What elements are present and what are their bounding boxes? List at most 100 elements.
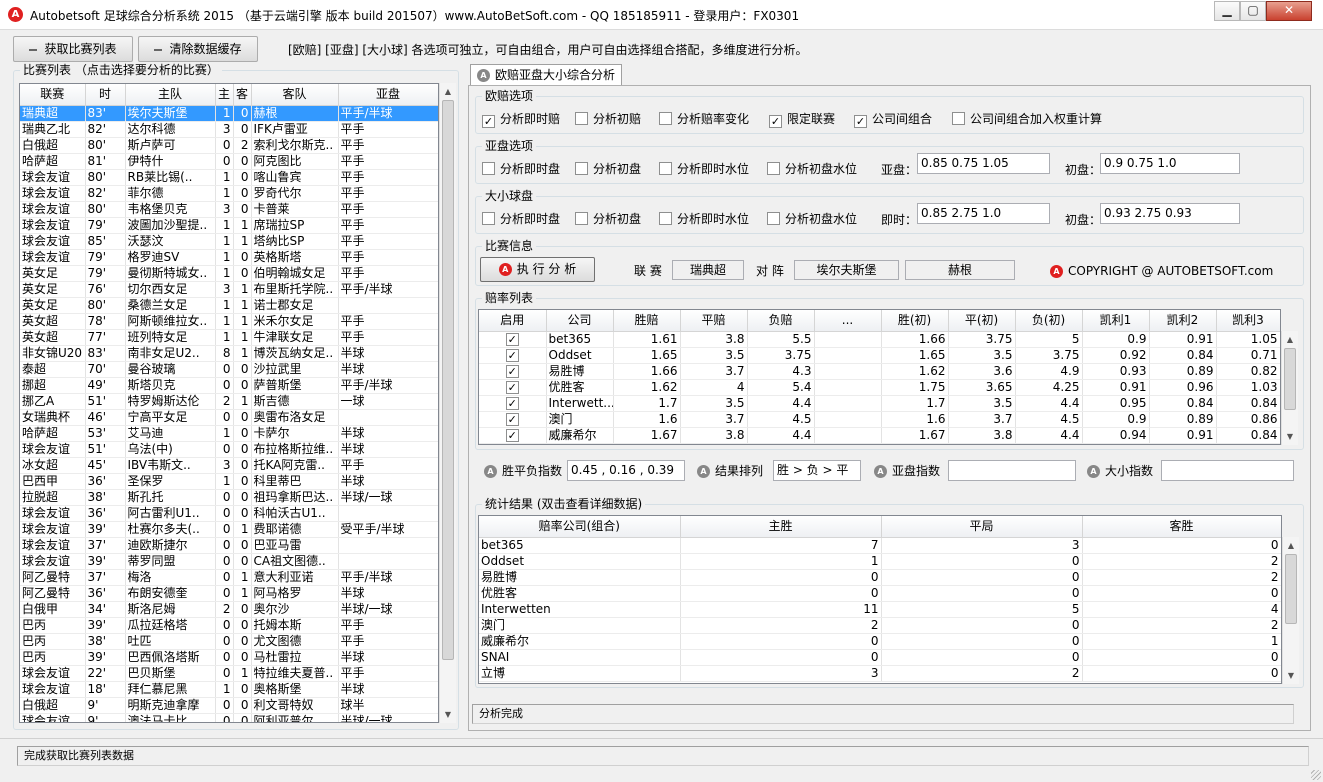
asian-live-input[interactable]: 0.85 0.75 1.05 — [917, 153, 1050, 174]
odds-column-header[interactable]: 平赔 — [680, 310, 748, 332]
match-row[interactable]: 女瑞典杯 46' 宁高平女足 0 0 奥雷布洛女足 — [20, 409, 438, 426]
odds-row[interactable]: ✓ 澳门 1.6 3.7 4.5 1.6 3.7 4.5 0.9 0.89 0.86 — [479, 411, 1280, 428]
scroll-up-icon[interactable]: ▲ — [440, 83, 456, 100]
odds-enable-cell[interactable]: ✓ — [479, 331, 547, 348]
match-row[interactable]: 球会友谊 39' 蒂罗同盟 0 0 CA祖文图德.. — [20, 553, 438, 570]
europe-option-league[interactable]: ✓ 限定联赛 — [769, 112, 835, 128]
odds-scrollbar[interactable]: ▲ ▼ — [1281, 331, 1298, 445]
match-row[interactable]: 英女超 78' 阿斯顿维拉女.. 1 1 米禾尔女足 平手 — [20, 313, 438, 330]
stats-row[interactable]: Oddset 1 0 2 — [479, 553, 1281, 570]
match-row[interactable]: 巴丙 39' 巴西佩洛塔斯 0 0 马杜雷拉 半球 — [20, 649, 438, 666]
stats-row[interactable]: SNAI 0 0 0 — [479, 649, 1281, 666]
checkbox-icon[interactable]: ✓ — [505, 428, 519, 442]
match-row[interactable]: 球会友谊 39' 杜赛尔多夫(.. 0 1 费耶诺德 受平手/半球 — [20, 521, 438, 538]
match-row[interactable]: 冰女超 45' IBV韦斯文.. 3 0 托KA阿克雷.. 平手 — [20, 457, 438, 474]
match-row[interactable]: 英女足 76' 切尔西女足 3 1 布里斯托学院.. 平手/半球 — [20, 281, 438, 298]
ou-init-input[interactable]: 0.93 2.75 0.93 — [1100, 203, 1240, 224]
checkbox-icon[interactable]: ✓ — [482, 115, 495, 128]
scroll-up-icon[interactable]: ▲ — [1282, 331, 1298, 348]
odds-column-header[interactable]: 凯利1 — [1082, 310, 1150, 332]
match-row[interactable]: 挪乙A 51' 特罗姆斯达伦 2 1 斯吉德 一球 — [20, 393, 438, 410]
stats-column-header[interactable]: 赔率公司(组合) — [479, 516, 681, 538]
odds-row[interactable]: ✓ 威廉希尔 1.67 3.8 4.4 1.67 3.8 4.4 0.94 0.91 0.84 — [479, 427, 1280, 444]
match-row[interactable]: 巴丙 39' 瓜拉廷格塔 0 0 托姆本斯 平手 — [20, 617, 438, 634]
wdl-index-input[interactable]: 0.45 , 0.16 , 0.39 — [567, 460, 685, 481]
ou-option-live[interactable]: 分析即时盘 — [482, 212, 560, 226]
run-analysis-button[interactable]: A执 行 分 析 — [480, 257, 595, 282]
match-row[interactable]: 球会友谊 37' 迪欧斯捷尔 0 0 巴亚马雷 — [20, 537, 438, 554]
scroll-thumb[interactable] — [1285, 554, 1297, 624]
checkbox-icon[interactable]: ✓ — [505, 364, 519, 378]
ou-option-initial[interactable]: 分析初盘 — [575, 212, 641, 226]
checkbox-icon[interactable] — [659, 162, 672, 175]
odds-row[interactable]: ✓ Interwett... 1.7 3.5 4.4 1.7 3.5 4.4 0.95 0.84 0… — [479, 395, 1280, 412]
odds-column-header[interactable]: 负(初) — [1015, 310, 1083, 332]
stats-row[interactable]: 易胜博 0 0 2 — [479, 569, 1281, 586]
asian-option-initial-water[interactable]: 分析初盘水位 — [767, 162, 857, 176]
match-row[interactable]: 白俄超 9' 明斯克迪拿摩 0 0 利文哥特奴 球半 — [20, 697, 438, 714]
odds-column-header[interactable]: 胜(初) — [881, 310, 949, 332]
fetch-matches-button[interactable]: 获取比赛列表 — [13, 36, 133, 62]
checkbox-icon[interactable]: ✓ — [505, 396, 519, 410]
clear-cache-button[interactable]: 清除数据缓存 — [138, 36, 258, 62]
match-row[interactable]: 球会友谊 22' 巴贝斯堡 0 1 特拉维夫夏普.. 平手 — [20, 665, 438, 682]
europe-option-live[interactable]: ✓ 分析即时赔 — [482, 112, 560, 128]
odds-column-header[interactable]: 公司 — [546, 310, 614, 332]
match-column-header[interactable]: 主 — [215, 84, 234, 106]
odds-column-header[interactable]: 凯利2 — [1149, 310, 1217, 332]
asian-init-input[interactable]: 0.9 0.75 1.0 — [1100, 153, 1240, 174]
odds-column-header[interactable]: 负赔 — [747, 310, 815, 332]
match-row[interactable]: 球会友谊 9' 澳法马卡比 0 0 阿利亚普尔 半球/一球 — [20, 713, 438, 722]
checkbox-icon[interactable] — [575, 162, 588, 175]
ou-live-input[interactable]: 0.85 2.75 1.0 — [917, 203, 1050, 224]
stats-row[interactable]: 优胜客 0 0 0 — [479, 585, 1281, 602]
checkbox-icon[interactable] — [659, 212, 672, 225]
match-row[interactable]: 非女锦U20 83' 南非女足U2.. 8 1 博茨瓦纳女足.. 半球 — [20, 345, 438, 362]
checkbox-icon[interactable]: ✓ — [505, 332, 519, 346]
odds-row[interactable]: ✓ 易胜博 1.66 3.7 4.3 1.62 3.6 4.9 0.93 0.89 0.82 — [479, 363, 1280, 380]
minimize-button[interactable]: ▁ — [1214, 1, 1240, 21]
match-row[interactable]: 英女超 77' 班列特女足 1 1 牛津联女足 平手 — [20, 329, 438, 346]
checkbox-icon[interactable] — [952, 112, 965, 125]
stats-column-header[interactable]: 平局 — [881, 516, 1083, 538]
match-list-table[interactable]: 联赛时主队主客客队 亚盘 瑞典超 83' 埃尔夫斯堡 1 0 赫根 平手/半球 瑞典乙北 82' 达… — [19, 83, 439, 723]
asian-index-input[interactable] — [948, 460, 1076, 481]
stats-row[interactable]: 立博 3 2 0 — [479, 665, 1281, 682]
result-order-input[interactable]: 胜 > 负 > 平 — [773, 460, 861, 481]
match-column-header[interactable]: 主队 — [125, 84, 216, 106]
match-row[interactable]: 巴丙 38' 吐匹 0 0 尤文图德 平手 — [20, 633, 438, 650]
checkbox-icon[interactable] — [575, 112, 588, 125]
match-row[interactable]: 巴西甲 36' 圣保罗 1 0 科里蒂巴 半球 — [20, 473, 438, 490]
match-column-header[interactable]: 时 — [85, 84, 126, 106]
match-row[interactable]: 球会友谊 82' 菲尔德 1 0 罗奇代尔 平手 — [20, 185, 438, 202]
checkbox-icon[interactable]: ✓ — [769, 115, 782, 128]
odds-enable-cell[interactable]: ✓ — [479, 395, 547, 412]
close-button[interactable]: ✕ — [1266, 1, 1312, 21]
odds-row[interactable]: ✓ Oddset 1.65 3.5 3.75 1.65 3.5 3.75 0.92 0.84 0.7… — [479, 347, 1280, 364]
match-row[interactable]: 瑞典超 83' 埃尔夫斯堡 1 0 赫根 平手/半球 — [20, 105, 438, 122]
odds-enable-cell[interactable]: ✓ — [479, 379, 547, 396]
match-row[interactable]: 白俄甲 34' 斯洛尼姆 2 0 奥尔沙 半球/一球 — [20, 601, 438, 618]
ou-index-input[interactable] — [1161, 460, 1294, 481]
odds-row[interactable]: ✓ bet365 1.61 3.8 5.5 1.66 3.75 5 0.9 0.91 1.05 — [479, 331, 1280, 348]
stats-row[interactable]: 威廉希尔 0 0 1 — [479, 633, 1281, 650]
match-row[interactable]: 球会友谊 80' RB莱比锡(.. 1 0 喀山鲁宾 平手 — [20, 169, 438, 186]
stats-row[interactable]: Interwetten 11 5 4 — [479, 601, 1281, 618]
match-row[interactable]: 拉脱超 38' 斯孔托 0 0 祖玛拿斯巴达.. 半球/一球 — [20, 489, 438, 506]
ou-option-initial-water[interactable]: 分析初盘水位 — [767, 212, 857, 226]
ou-option-live-water[interactable]: 分析即时水位 — [659, 212, 749, 226]
odds-enable-cell[interactable]: ✓ — [479, 411, 547, 428]
checkbox-icon[interactable]: ✓ — [505, 348, 519, 362]
odds-column-header[interactable]: 启用 — [479, 310, 547, 332]
stats-scrollbar[interactable]: ▲ ▼ — [1282, 537, 1299, 684]
asian-option-initial[interactable]: 分析初盘 — [575, 162, 641, 176]
asian-option-live-water[interactable]: 分析即时水位 — [659, 162, 749, 176]
europe-option-combo[interactable]: ✓ 公司间组合 — [854, 112, 932, 128]
scroll-down-icon[interactable]: ▼ — [1283, 667, 1299, 684]
match-row[interactable]: 球会友谊 36' 阿古雷利U1.. 0 0 科帕沃古U1.. — [20, 505, 438, 522]
stats-column-header[interactable]: 客胜 — [1082, 516, 1281, 538]
checkbox-icon[interactable] — [482, 162, 495, 175]
checkbox-icon[interactable] — [767, 212, 780, 225]
match-row[interactable]: 哈萨超 53' 艾马迪 1 0 卡萨尔 半球 — [20, 425, 438, 442]
scroll-up-icon[interactable]: ▲ — [1283, 537, 1299, 554]
